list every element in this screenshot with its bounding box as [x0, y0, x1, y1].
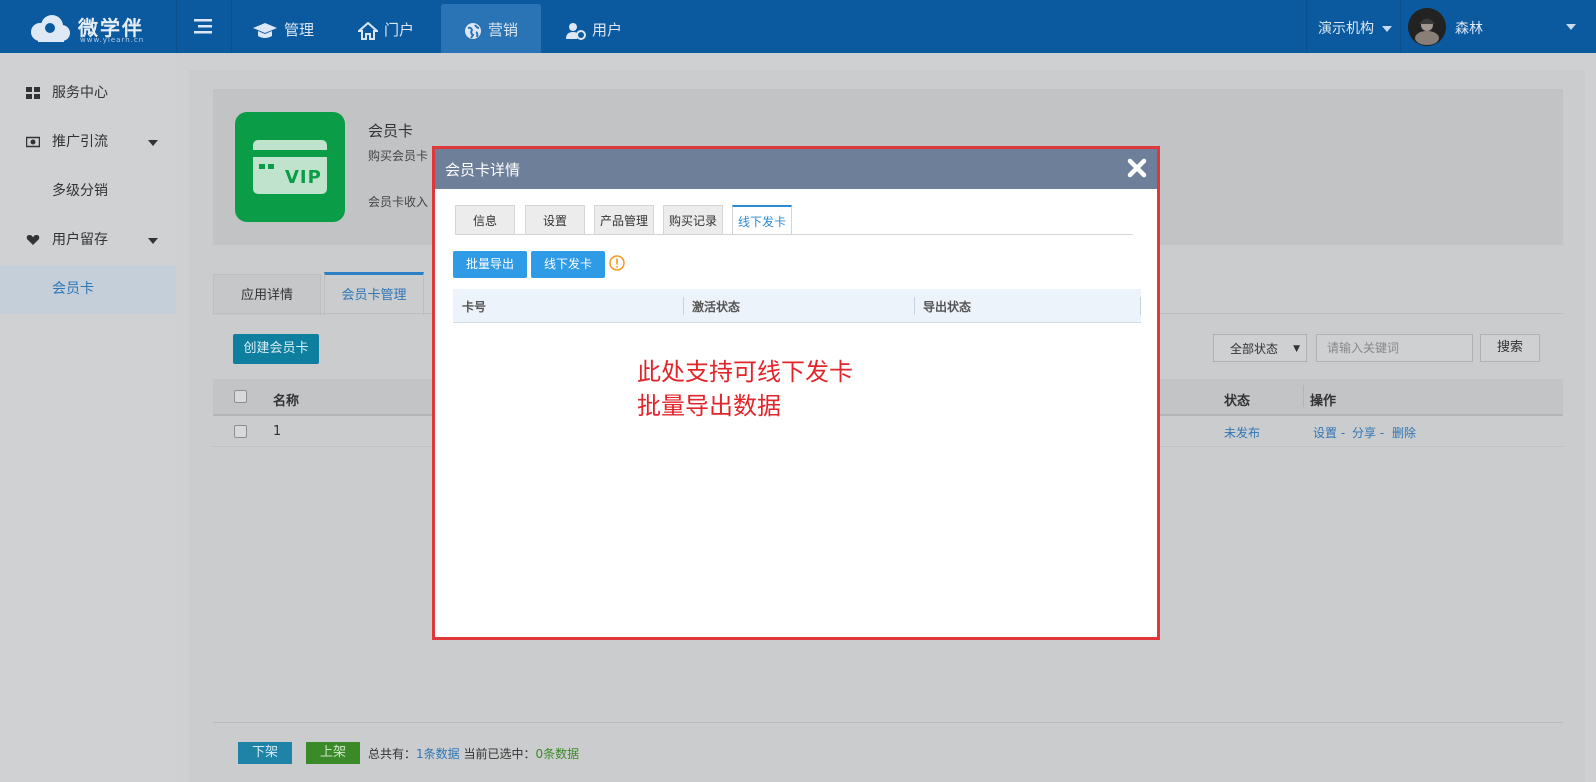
modal-tab-info[interactable]: 信息 [455, 205, 515, 234]
selection-summary: 总共有：1条数据 当前已选中：0条数据 [368, 745, 579, 762]
sidebar: 服务中心 推广引流 多级分销 用户留存 会员卡 [0, 53, 176, 782]
column-separator [914, 297, 915, 315]
chevron-down-icon [1382, 26, 1392, 32]
modal-tab-settings[interactable]: 设置 [525, 205, 585, 234]
status-filter-select[interactable]: 全部状态 ▼ [1213, 334, 1307, 362]
row-checkbox[interactable] [234, 425, 247, 438]
column-header-activation: 激活状态 [692, 300, 741, 314]
nav-marketing[interactable]: 营销 [441, 4, 541, 53]
menu-toggle-icon[interactable] [194, 18, 214, 34]
user-avatar-image [1408, 8, 1446, 46]
chevron-down-icon[interactable] [148, 238, 158, 244]
publish-button[interactable]: 上架 [306, 742, 360, 764]
footer-divider [213, 722, 1563, 723]
column-header-status: 状态 [1224, 394, 1251, 409]
close-icon[interactable] [1126, 157, 1148, 179]
search-button[interactable]: 搜索 [1480, 334, 1540, 362]
sidebar-item-retention[interactable]: 用户留存 [0, 216, 176, 265]
money-icon [26, 136, 40, 148]
globe-icon [464, 22, 481, 39]
modal-title: 会员卡详情 [445, 161, 521, 179]
sidebar-item-service-center[interactable]: 服务中心 [0, 69, 176, 118]
sidebar-item-label: 会员卡 [52, 281, 94, 297]
action-settings-link[interactable]: 设置 - [1313, 424, 1345, 441]
vip-label: VIP [285, 167, 322, 188]
offline-issue-button[interactable]: 线下发卡 [531, 251, 605, 278]
warning-info-icon[interactable] [609, 255, 625, 271]
select-all-checkbox[interactable] [234, 390, 247, 403]
org-switcher[interactable]: 演示机构 [1318, 18, 1392, 38]
selected-count: 0条数据 [535, 747, 580, 761]
heart-icon [26, 235, 40, 245]
nav-users[interactable]: 用户 [566, 0, 622, 53]
total-count: 1条数据 [416, 747, 460, 761]
divider [1306, 0, 1307, 53]
income-label: 会员卡收入 [368, 195, 429, 209]
vip-card-icon: VIP [235, 112, 345, 222]
sidebar-item-label: 服务中心 [52, 85, 108, 101]
user-gear-icon [566, 22, 586, 40]
page-title: 会员卡 [368, 122, 414, 140]
column-header-card-no: 卡号 [462, 300, 487, 314]
home-icon [358, 21, 378, 40]
caret-down-icon: ▼ [1293, 344, 1300, 354]
column-header-actions: 操作 [1310, 394, 1337, 409]
divider [1400, 0, 1401, 53]
column-header-export: 导出状态 [923, 300, 972, 314]
status-filter-value: 全部状态 [1230, 342, 1279, 356]
sidebar-item-promotion[interactable]: 推广引流 [0, 118, 176, 167]
total-label: 总共有： [368, 747, 417, 761]
modal-tab-purchases[interactable]: 购买记录 [663, 205, 723, 234]
cell-status: 未发布 [1224, 426, 1261, 440]
action-share-link[interactable]: 分享 - [1352, 424, 1384, 441]
tab-app-details[interactable]: 应用详情 [213, 274, 321, 315]
nav-label: 门户 [384, 21, 415, 39]
column-separator [683, 297, 684, 315]
modal-tab-divider [455, 234, 1133, 235]
modal-tab-products[interactable]: 产品管理 [594, 205, 654, 234]
member-card-detail-modal: 会员卡详情 信息 设置 产品管理 购买记录 线下发卡 批量导出 线下发卡 卡号 … [432, 146, 1160, 640]
page-description: 购买会员卡 [368, 149, 429, 163]
logo-subtitle: www.ylearn.cn [80, 36, 145, 44]
grid-icon [26, 87, 40, 99]
nav-manage[interactable]: 管理 [252, 0, 314, 53]
username[interactable]: 森林 [1455, 18, 1483, 38]
chevron-down-icon[interactable] [148, 140, 158, 146]
tab-card-management[interactable]: 会员卡管理 [324, 272, 424, 315]
user-menu-chevron-icon[interactable] [1566, 24, 1576, 30]
action-delete-link[interactable]: 删除 [1392, 424, 1416, 441]
sidebar-item-multilevel[interactable]: 多级分销 [0, 167, 176, 216]
top-bar: 微学伴 www.ylearn.cn 管理 门户 营销 用户 演示机构 森林 [0, 0, 1596, 53]
sidebar-item-label: 多级分销 [52, 183, 108, 199]
cell-name: 1 [273, 424, 282, 439]
annotation-text: 此处支持可线下发卡 批量导出数据 [637, 358, 853, 420]
divider [231, 0, 232, 53]
selected-label: 当前已选中： [463, 747, 536, 761]
nav-label: 管理 [284, 21, 315, 39]
cloud-logo-icon [31, 15, 70, 42]
modal-table-header: 卡号 激活状态 导出状态 [453, 289, 1141, 323]
divider [176, 0, 177, 53]
graduation-cap-icon [253, 22, 277, 38]
nav-label: 营销 [487, 21, 518, 39]
column-separator [1140, 297, 1141, 315]
column-separator [1303, 385, 1304, 407]
search-input[interactable]: 请输入关键词 [1316, 334, 1473, 362]
sidebar-item-label: 用户留存 [52, 232, 108, 248]
create-card-button[interactable]: 创建会员卡 [233, 334, 319, 364]
batch-export-button[interactable]: 批量导出 [453, 251, 527, 278]
column-header-name: 名称 [273, 394, 300, 409]
sidebar-item-member-card[interactable]: 会员卡 [0, 265, 176, 314]
unpublish-button[interactable]: 下架 [238, 742, 292, 764]
sidebar-item-label: 推广引流 [52, 134, 108, 150]
org-name: 演示机构 [1318, 21, 1374, 37]
nav-label: 用户 [592, 21, 623, 39]
avatar[interactable] [1408, 8, 1446, 46]
modal-tab-offline-issue[interactable]: 线下发卡 [732, 205, 792, 234]
nav-portal[interactable]: 门户 [358, 0, 414, 53]
logo[interactable]: 微学伴 www.ylearn.cn [28, 12, 168, 46]
modal-header: 会员卡详情 [435, 149, 1157, 189]
